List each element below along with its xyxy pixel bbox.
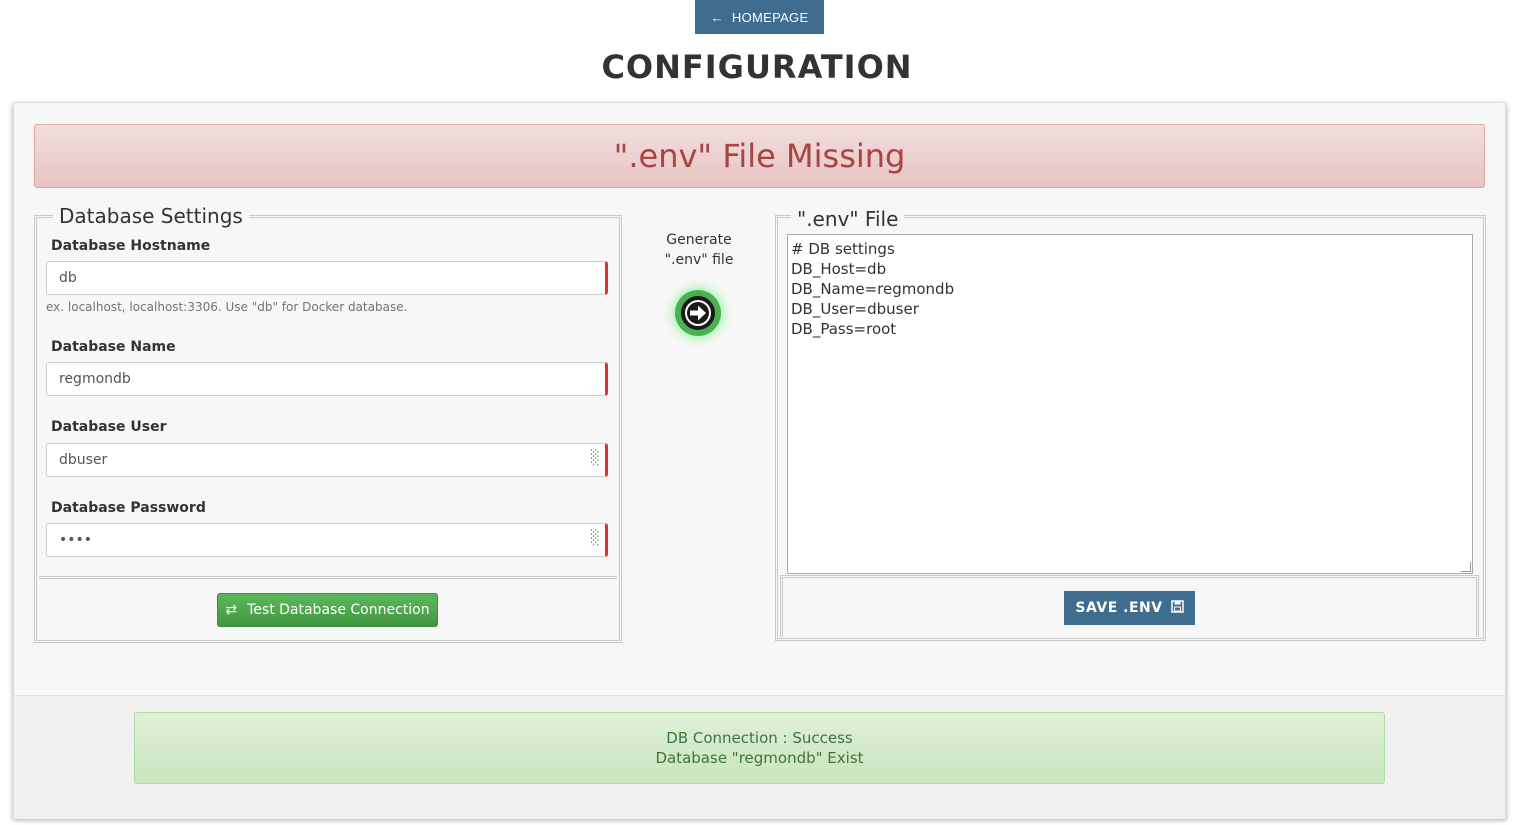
- homepage-button-label: HOMEPAGE: [731, 9, 809, 25]
- arrow-left-icon: ←: [710, 9, 724, 25]
- hostname-input[interactable]: [46, 261, 608, 295]
- dbname-label: Database Name: [51, 339, 176, 355]
- test-connection-button[interactable]: ⇄ Test Database Connection: [217, 593, 438, 627]
- resize-grip-icon[interactable]: [1461, 562, 1471, 572]
- arrow-circle-right-icon[interactable]: [675, 290, 721, 336]
- generate-label-line1: Generate: [666, 232, 732, 248]
- test-connection-button-label: Test Database Connection: [247, 602, 430, 618]
- save-env-button[interactable]: SAVE .ENV: [1064, 591, 1195, 625]
- card-body: ".env" File Missing Database Settings Da…: [14, 103, 1505, 695]
- password-manager-icon[interactable]: ░: [591, 450, 599, 466]
- save-env-button-label: SAVE .ENV: [1075, 600, 1163, 616]
- hostname-label: Database Hostname: [51, 238, 211, 254]
- password-manager-icon[interactable]: ░: [591, 530, 599, 546]
- env-file-textarea[interactable]: [787, 234, 1473, 574]
- env-missing-message: ".env" File Missing: [613, 137, 906, 175]
- configuration-card: ".env" File Missing Database Settings Da…: [13, 102, 1506, 819]
- generate-label: Generate ".env" file: [654, 230, 744, 270]
- generate-label-line2: ".env" file: [664, 252, 734, 268]
- env-file-legend: ".env" File: [791, 207, 905, 231]
- dbpassword-input[interactable]: [46, 523, 608, 557]
- exchange-icon: ⇄: [225, 602, 238, 618]
- db-connection-alert: DB Connection : Success Database "regmon…: [134, 712, 1385, 784]
- db-connection-status: DB Connection : Success: [666, 729, 853, 747]
- dbuser-input[interactable]: [46, 443, 608, 477]
- dbpassword-label: Database Password: [51, 500, 206, 516]
- database-settings-legend: Database Settings: [53, 204, 249, 228]
- database-settings-panel: Database Settings Database Hostname ex. …: [34, 204, 622, 643]
- card-footer: DB Connection : Success Database "regmon…: [14, 695, 1505, 819]
- homepage-button[interactable]: ← HOMEPAGE: [695, 0, 824, 34]
- page-title: CONFIGURATION: [601, 48, 913, 86]
- floppy-disk-icon: [1170, 599, 1184, 617]
- env-missing-alert: ".env" File Missing: [34, 124, 1485, 188]
- db-exists-status: Database "regmondb" Exist: [655, 749, 864, 767]
- hostname-help-text: ex. localhost, localhost:3306. Use "db" …: [46, 300, 408, 314]
- dbname-input[interactable]: [46, 362, 608, 396]
- dbuser-label: Database User: [51, 419, 167, 435]
